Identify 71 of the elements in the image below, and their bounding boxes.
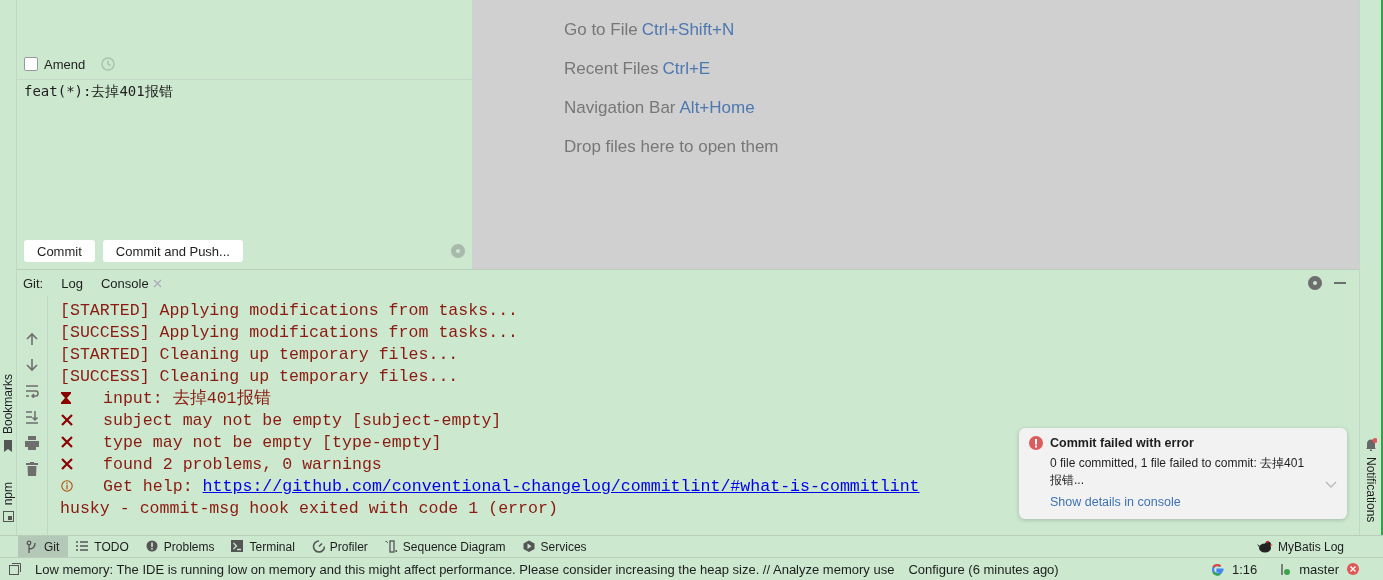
git-branch[interactable]: master	[1299, 561, 1339, 577]
console-line: found 2 problems, 0 warnings	[103, 454, 382, 474]
hint-text: Go to File	[564, 20, 638, 41]
status-action[interactable]: Configure (6 minutes ago)	[908, 561, 1059, 577]
side-tab[interactable]: Bookmarks	[1, 373, 15, 434]
amend-checkbox[interactable]	[24, 57, 38, 71]
play-icon	[522, 540, 536, 553]
console-line: input: 去掉401报错	[103, 388, 271, 409]
tool-window-button[interactable]: Git	[18, 536, 69, 557]
shortcut-text: Ctrl+Shift+N	[641, 20, 735, 41]
bell-icon[interactable]	[1364, 438, 1377, 451]
console-line: type may not be empty [type-empty]	[103, 432, 442, 452]
notification-text: 0 file committed, 1 file failed to commit: 去掉401报错...	[1050, 455, 1306, 489]
hint-text: Recent Files	[564, 59, 659, 80]
bird-icon	[1256, 540, 1273, 553]
tool-window-button[interactable]: Problems	[137, 536, 224, 557]
cross-icon	[61, 414, 73, 426]
console-line: [STARTED] Cleaning up temporary files...	[60, 344, 459, 364]
cross-icon	[61, 458, 73, 470]
console-line: subject may not be empty [subject-empty]	[103, 410, 502, 430]
shortcut-text: Ctrl+E	[662, 59, 711, 80]
hint-text: Drop files here to open them	[564, 137, 779, 158]
commit-button[interactable]: Commit	[24, 240, 95, 262]
cross-icon	[61, 436, 73, 448]
commit-and-push-button[interactable]: Commit and Push...	[102, 240, 243, 262]
panel-icon[interactable]	[2, 511, 14, 523]
tool-window-button[interactable]: Services	[514, 536, 596, 557]
hint-text: Navigation Bar	[564, 98, 676, 119]
amend-label[interactable]: Amend	[44, 56, 86, 72]
console-line: husky - commit-msg hook exited with code 1 (error)	[60, 498, 558, 518]
terminal-icon	[231, 540, 245, 553]
console-line: [SUCCESS] Applying modifications from tasks...	[60, 322, 519, 342]
alert-icon	[145, 540, 159, 553]
error-status-icon[interactable]	[1347, 563, 1359, 575]
arrow-up-icon[interactable]	[26, 332, 38, 346]
show-details-link[interactable]: Show details in console	[1050, 495, 1181, 509]
console-line: [SUCCESS] Cleaning up temporary files...	[60, 366, 459, 386]
bookmark-icon[interactable]	[2, 439, 14, 452]
settings-icon[interactable]	[1308, 276, 1322, 290]
console-line: [STARTED] Applying modifications from tasks...	[60, 300, 519, 320]
hourglass-icon	[61, 392, 71, 404]
panel-toggle-icon[interactable]	[9, 563, 21, 575]
gauge-icon	[311, 540, 325, 553]
caret-position[interactable]: 1:16	[1231, 561, 1258, 577]
trash-icon[interactable]	[26, 462, 38, 476]
google-icon[interactable]	[1210, 562, 1224, 576]
console-line: Get help:	[103, 476, 194, 496]
status-message: Low memory: The IDE is running low on memory and this might affect performance. Please consider increasing the heap size. // Analyze memory use	[35, 561, 895, 577]
scroll-to-end-icon[interactable]	[25, 410, 39, 424]
shortcut-text: Alt+Home	[679, 98, 755, 119]
soft-wrap-icon[interactable]	[25, 384, 39, 398]
notification-title: Commit failed with error	[1050, 436, 1195, 450]
tool-window-button[interactable]: Terminal	[223, 536, 304, 557]
info-icon	[61, 480, 73, 492]
tab[interactable]: Console	[100, 275, 162, 291]
tool-window-button[interactable]: TODO	[68, 536, 138, 557]
tool-window-title: Git:	[23, 275, 44, 291]
side-tab[interactable]: Notifications	[1363, 457, 1378, 523]
tool-window-button[interactable]: Sequence Diagram	[376, 536, 515, 557]
tool-window-button[interactable]: MyBatis Log	[1248, 536, 1353, 557]
print-icon[interactable]	[25, 436, 39, 450]
list-icon	[76, 540, 90, 553]
arrow-down-icon[interactable]	[26, 358, 38, 372]
branch-icon	[26, 540, 39, 553]
help-link[interactable]: https://github.com/conventional-changelog/commitlint/#what-is-commitlint	[202, 476, 920, 496]
side-tab[interactable]: npm	[1, 481, 15, 505]
error-icon	[1029, 436, 1043, 450]
tab[interactable]: Log	[61, 275, 83, 291]
tool-window-button[interactable]: Profiler	[303, 536, 377, 557]
branch-icon[interactable]	[1279, 562, 1292, 576]
sequence-icon	[384, 540, 398, 553]
